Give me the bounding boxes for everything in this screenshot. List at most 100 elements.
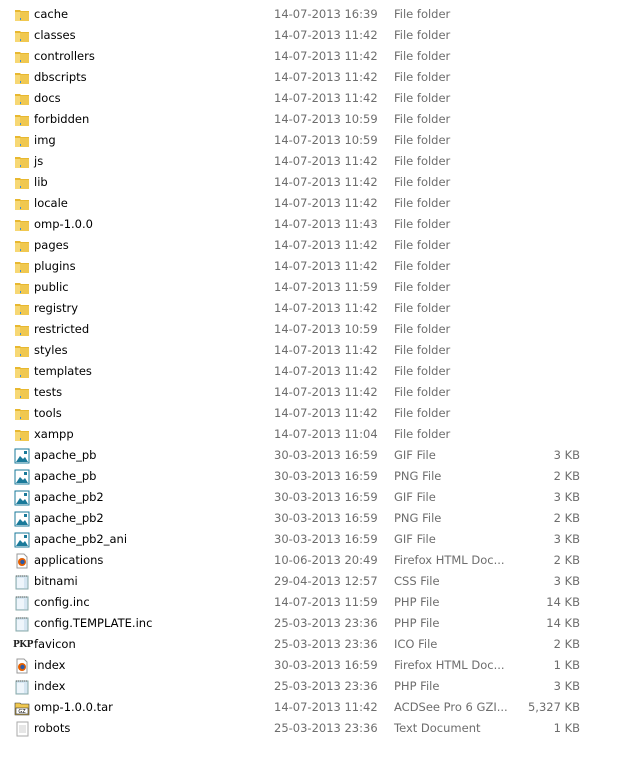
file-name: apache_pb2_ani [34,532,128,546]
file-row[interactable]: forbidden 14-07-2013 10:59 File folder [0,109,628,130]
file-row[interactable]: templates 14-07-2013 11:42 File folder [0,361,628,382]
pkp-icon: PKP [13,640,33,650]
file-name: bitnami [34,574,78,588]
file-name: config.inc [34,595,90,609]
file-row[interactable]: locale 14-07-2013 11:42 File folder [0,193,628,214]
gz-archive-icon: GZ [14,700,30,716]
file-name: styles [34,343,68,357]
folder-icon [14,91,30,107]
file-row[interactable]: js 14-07-2013 11:42 File folder [0,151,628,172]
file-name: pages [34,238,69,252]
folder-icon [14,112,30,128]
file-row[interactable]: apache_pb2 30-03-2013 16:59 PNG File 2 KB [0,508,628,529]
file-type: CSS File [394,574,440,588]
image-file-icon [14,490,30,506]
file-row[interactable]: applications 10-06-2013 20:49 Firefox HTML… [0,550,628,571]
notepad-file-icon [14,616,30,632]
file-date: 29-04-2013 12:57 [274,574,378,588]
file-row[interactable]: apache_pb2 30-03-2013 16:59 GIF File 3 KB [0,487,628,508]
file-name: templates [34,364,92,378]
file-name: index [34,658,66,672]
file-row[interactable]: apache_pb 30-03-2013 16:59 PNG File 2 KB [0,466,628,487]
file-name: apache_pb2 [34,490,104,504]
text-document-icon [14,721,30,737]
file-row[interactable]: plugins 14-07-2013 11:42 File folder [0,256,628,277]
file-type: File folder [394,427,451,441]
firefox-document-icon [14,553,30,569]
file-size: 14 KB [546,616,580,630]
file-date: 14-07-2013 10:59 [274,322,378,336]
file-type: GIF File [394,532,436,546]
file-row[interactable]: apache_pb2_ani 30-03-2013 16:59 GIF File 3 … [0,529,628,550]
file-size: 3 KB [553,448,580,462]
file-row[interactable]: img 14-07-2013 10:59 File folder [0,130,628,151]
file-row[interactable]: index 25-03-2013 23:36 PHP File 3 KB [0,676,628,697]
file-name: docs [34,91,61,105]
file-date: 14-07-2013 11:42 [274,91,378,105]
file-date: 14-07-2013 11:42 [274,301,378,315]
folder-icon [14,70,30,86]
image-file-icon [14,532,30,548]
file-date: 14-07-2013 11:04 [274,427,378,441]
file-row[interactable]: robots 25-03-2013 23:36 Text Document 1 KB [0,718,628,739]
file-size: 2 KB [553,511,580,525]
file-name: cache [34,7,69,21]
file-row[interactable]: registry 14-07-2013 11:42 File folder [0,298,628,319]
file-name: favicon [34,637,76,651]
file-row[interactable]: omp-1.0.0 14-07-2013 11:43 File folder [0,214,628,235]
file-size: 1 KB [553,658,580,672]
file-row[interactable]: config.inc 14-07-2013 11:59 PHP File 14 KB [0,592,628,613]
file-type: Text Document [394,721,481,735]
file-size: 5,327 KB [527,700,580,714]
file-type: File folder [394,259,451,273]
file-type: File folder [394,406,451,420]
file-size: 2 KB [553,637,580,651]
file-date: 14-07-2013 11:42 [274,154,378,168]
folder-icon [14,364,30,380]
file-row[interactable]: lib 14-07-2013 11:42 File folder [0,172,628,193]
file-row[interactable]: classes 14-07-2013 11:42 File folder [0,25,628,46]
file-row[interactable]: PKP favicon 25-03-2013 23:36 ICO File 2 KB [0,634,628,655]
notepad-file-icon [14,595,30,611]
file-size: 3 KB [553,574,580,588]
file-date: 14-07-2013 11:42 [274,28,378,42]
file-row[interactable]: tools 14-07-2013 11:42 File folder [0,403,628,424]
file-row[interactable]: controllers 14-07-2013 11:42 File folder [0,46,628,67]
file-date: 14-07-2013 11:59 [274,595,378,609]
folder-icon [14,7,30,23]
file-name: tests [34,385,63,399]
file-name: img [34,133,56,147]
file-row[interactable]: pages 14-07-2013 11:42 File folder [0,235,628,256]
file-type: ICO File [394,637,438,651]
file-name: apache_pb [34,469,97,483]
file-size: 1 KB [553,721,580,735]
file-type: File folder [394,301,451,315]
svg-text:GZ: GZ [18,709,26,715]
file-row[interactable]: styles 14-07-2013 11:42 File folder [0,340,628,361]
image-file-icon [14,448,30,464]
file-row[interactable]: GZ omp-1.0.0.tar 14-07-2013 11:42 ACDSee Pr… [0,697,628,718]
file-row[interactable]: docs 14-07-2013 11:42 File folder [0,88,628,109]
file-type: File folder [394,91,451,105]
file-row[interactable]: cache 14-07-2013 16:39 File folder [0,4,628,25]
folder-icon [14,196,30,212]
file-row[interactable]: index 30-03-2013 16:59 Firefox HTML Doc...… [0,655,628,676]
file-row[interactable]: apache_pb 30-03-2013 16:59 GIF File 3 KB [0,445,628,466]
file-date: 25-03-2013 23:36 [274,616,378,630]
file-type: Firefox HTML Doc... [394,658,505,672]
file-row[interactable]: xampp 14-07-2013 11:04 File folder [0,424,628,445]
firefox-document-icon [14,658,30,674]
folder-icon [14,28,30,44]
file-name: config.TEMPLATE.inc [34,616,153,630]
file-name: js [34,154,44,168]
file-type: File folder [394,196,451,210]
file-row[interactable]: config.TEMPLATE.inc 25-03-2013 23:36 PHP F… [0,613,628,634]
file-row[interactable]: restricted 14-07-2013 10:59 File folder [0,319,628,340]
file-row[interactable]: dbscripts 14-07-2013 11:42 File folder [0,67,628,88]
file-date: 25-03-2013 23:36 [274,637,378,651]
file-row[interactable]: tests 14-07-2013 11:42 File folder [0,382,628,403]
file-row[interactable]: public 14-07-2013 11:59 File folder [0,277,628,298]
image-file-icon [14,469,30,485]
file-name: dbscripts [34,70,87,84]
file-row[interactable]: bitnami 29-04-2013 12:57 CSS File 3 KB [0,571,628,592]
